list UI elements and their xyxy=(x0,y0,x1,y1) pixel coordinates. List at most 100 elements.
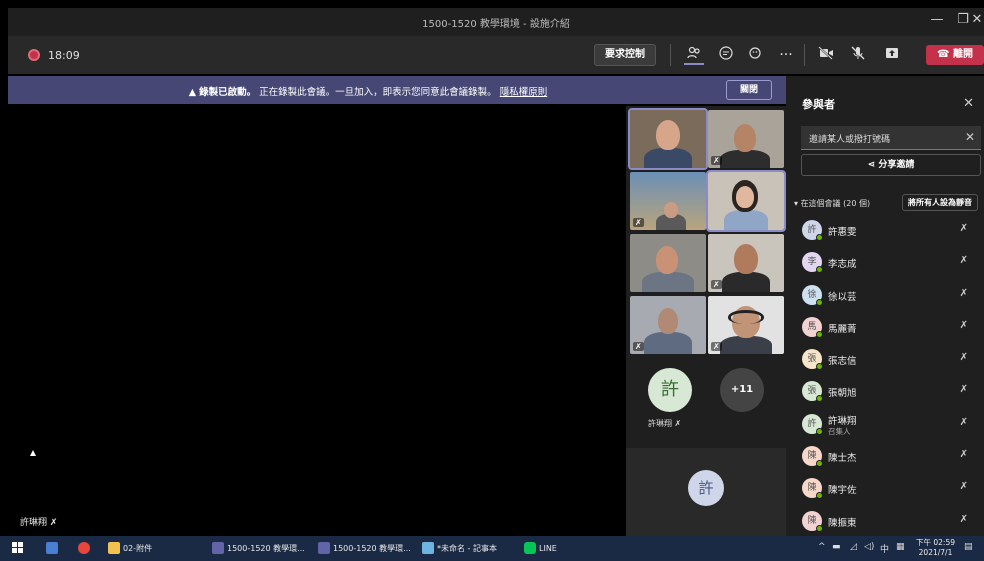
taskbar-item-line[interactable]: LINE xyxy=(524,542,557,554)
list-item[interactable]: 張 張朝旭 ✗ xyxy=(786,375,984,407)
mic-off-icon: ✗ xyxy=(711,156,722,165)
taskbar-item-teams-1[interactable]: 1500-1520 教學環... xyxy=(212,542,305,554)
app-icon[interactable] xyxy=(46,542,61,554)
avatar: 許 xyxy=(802,220,823,241)
mic-off-icon: ✗ xyxy=(711,342,722,351)
input-language[interactable]: 中 xyxy=(880,542,889,555)
tray-chevron-icon[interactable]: ^ xyxy=(818,542,826,552)
close-window-button[interactable]: ✕ xyxy=(968,12,984,27)
request-control-button[interactable]: 要求控制 xyxy=(594,44,656,66)
banner-message: 正在錄製此會議。一旦加入，即表示您同意此會議錄製。 xyxy=(259,87,497,98)
window-title-bar: 1500-1520 教學環境 - 設施介紹 — ❐ ✕ xyxy=(8,8,984,36)
list-item[interactable]: 徐 徐以芸 ✗ xyxy=(786,279,984,311)
network-icon[interactable]: ◿ xyxy=(850,542,857,552)
participant-name: 徐以芸 xyxy=(828,291,857,303)
keyboard-icon[interactable]: ▦ xyxy=(896,542,905,552)
participant-name: 馬麗菁 xyxy=(828,323,857,335)
list-item[interactable]: 陳 陳振東 ✗ xyxy=(786,505,984,537)
volume-icon[interactable]: ◁) xyxy=(864,542,874,552)
mic-off-icon: ✗ xyxy=(959,384,968,396)
list-item[interactable]: 李 李志成 ✗ xyxy=(786,246,984,278)
participant-section-header[interactable]: ▾ 在這個會議 (20 個) xyxy=(794,198,870,209)
video-tile[interactable] xyxy=(706,170,786,232)
privacy-link[interactable]: 隱私權原則 xyxy=(500,87,548,98)
mic-off-icon: ✗ xyxy=(633,342,644,351)
mic-off-icon: ✗ xyxy=(711,280,722,289)
video-tile[interactable]: ✗ xyxy=(708,110,784,168)
list-item[interactable]: 許 許琳翔 召集人 ✗ xyxy=(786,408,984,440)
mic-off-icon: ✗ xyxy=(959,449,968,461)
participant-avatar[interactable]: 許 xyxy=(648,368,692,412)
chat-icon[interactable] xyxy=(716,45,736,65)
meeting-timer: 18:09 xyxy=(48,49,80,62)
clear-invite-icon[interactable]: ✕ xyxy=(965,130,975,144)
toolbar-divider xyxy=(804,44,805,66)
main-video-stage: 許琳翔 ✗ xyxy=(8,106,626,536)
stage-participant-name: 許琳翔 ✗ xyxy=(20,515,57,528)
share-invite-button[interactable]: ⋖ 分享邀請 xyxy=(801,154,981,176)
video-tile[interactable] xyxy=(630,234,706,292)
list-item[interactable]: 張 張志信 ✗ xyxy=(786,343,984,375)
avatar: 馬 xyxy=(802,316,823,338)
more-participants-button[interactable]: +11 xyxy=(720,368,764,412)
mic-off-icon: ✗ xyxy=(959,352,968,364)
participant-name: 陳宇佐 xyxy=(828,485,857,497)
mic-off-icon: ✗ xyxy=(674,419,682,428)
mic-off-icon[interactable] xyxy=(848,45,868,65)
toolbar-divider xyxy=(670,44,671,66)
reactions-icon[interactable] xyxy=(746,45,766,65)
share-icon: ⋖ xyxy=(867,160,879,170)
video-tile[interactable]: ✗ xyxy=(630,172,706,230)
video-tile[interactable]: ✗ xyxy=(708,296,784,354)
mic-off-icon: ✗ xyxy=(633,218,644,227)
list-item[interactable]: 陳 陳宇佐 ✗ xyxy=(786,472,984,504)
taskbar-item-folder[interactable]: 02-附件 xyxy=(108,542,152,554)
participant-name: 李志成 xyxy=(828,259,857,271)
stage-name-label: 許琳翔 xyxy=(20,518,48,528)
participants-icon[interactable] xyxy=(684,45,704,65)
mic-off-icon: ✗ xyxy=(959,319,968,331)
mouse-cursor-icon xyxy=(30,450,36,456)
chrome-icon[interactable] xyxy=(78,542,93,554)
camera-off-icon[interactable] xyxy=(816,45,836,65)
close-banner-button[interactable]: 關閉 xyxy=(726,80,772,100)
notifications-icon[interactable]: ▤ xyxy=(964,542,973,552)
avatar: 張 xyxy=(802,381,823,403)
list-item[interactable]: 陳 陳士杰 ✗ xyxy=(786,440,984,472)
avatar: 李 xyxy=(802,252,823,274)
leave-label: 離開 xyxy=(952,49,973,60)
participant-name: 張朝旭 xyxy=(828,388,857,400)
leave-button[interactable]: ☎ 離開 xyxy=(926,45,984,65)
avatar: 許 xyxy=(802,413,823,435)
grid-avatar-name: 許琳翔 ✗ xyxy=(648,418,681,429)
close-panel-icon[interactable]: ✕ xyxy=(963,96,974,111)
video-tile[interactable]: ✗ xyxy=(708,234,784,292)
participant-list: 許 許惠雯 ✗ 李 李志成 ✗ 徐 徐以芸 ✗ 馬 馬麗菁 ✗ 張 張志信 ✗ … xyxy=(786,214,984,537)
participant-name: 陳振東 xyxy=(828,517,857,529)
list-item[interactable]: 馬 馬麗菁 ✗ xyxy=(786,311,984,343)
avatar: 陳 xyxy=(802,510,823,532)
taskbar-clock[interactable]: 下午 02:59 2021/7/1 xyxy=(916,538,955,558)
mute-all-button[interactable]: 將所有人設為靜音 xyxy=(902,194,978,211)
self-preview: 許 xyxy=(626,448,786,536)
minimize-button[interactable]: — xyxy=(928,12,946,27)
taskbar-item-teams-2[interactable]: 1500-1520 教學環... xyxy=(318,542,411,554)
panel-title: 參與者 xyxy=(802,98,835,111)
mic-off-icon: ✗ xyxy=(959,223,968,234)
clock-time: 下午 02:59 xyxy=(916,538,955,547)
taskbar-item-notepad[interactable]: *未命名 - 記事本 xyxy=(422,542,497,554)
mic-off-icon: ✗ xyxy=(959,416,968,428)
clock-date: 2021/7/1 xyxy=(918,548,953,557)
start-icon[interactable] xyxy=(12,542,24,556)
video-tile[interactable]: ✗ xyxy=(630,296,706,354)
recording-icon xyxy=(28,49,40,61)
video-tile[interactable] xyxy=(628,108,708,170)
participant-name: 陳士杰 xyxy=(828,453,857,465)
invite-input[interactable]: 邀請某人或撥打號碼 ✕ xyxy=(801,126,981,150)
more-icon[interactable]: ··· xyxy=(776,45,796,65)
list-item[interactable]: 許 許惠雯 ✗ xyxy=(786,214,984,246)
share-screen-icon[interactable] xyxy=(882,45,902,65)
battery-icon[interactable]: ▬ xyxy=(832,542,841,552)
avatar: 徐 xyxy=(802,284,823,306)
participant-name: 許琳翔 xyxy=(828,415,857,427)
